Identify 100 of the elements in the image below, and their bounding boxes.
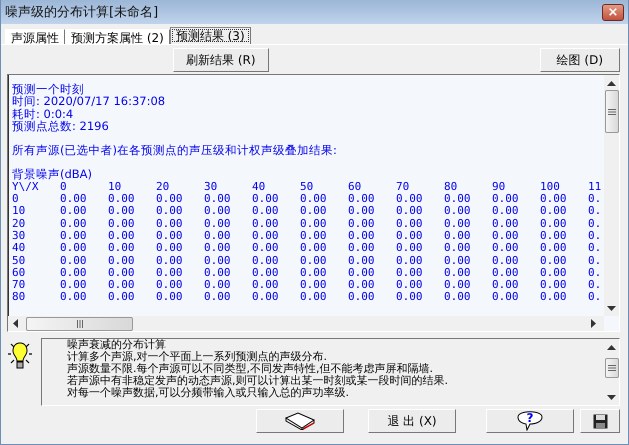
row-header: 60 [12, 266, 26, 280]
tab[interactable]: 预测方案属性 (2) [65, 29, 170, 44]
column-header: 40 [252, 180, 266, 194]
table-cell-text: 0.00 [60, 230, 88, 242]
table-cell-text: 0.00 [348, 242, 376, 255]
corner-header: Y\/X [12, 180, 40, 194]
table-cell-text: 0.00 [300, 230, 328, 242]
refresh-button[interactable]: 刷新结果 (R) [173, 48, 269, 72]
table-cell-text: 0.00 [252, 230, 280, 242]
column-header: 30 [204, 180, 218, 194]
scroll-thumb[interactable] [26, 316, 133, 330]
scroll-left-icon[interactable] [13, 319, 18, 328]
table-cell-text: 0.00 [60, 205, 88, 218]
table-cell-text: 0.00 [300, 218, 328, 230]
table-cell-text: 0.00 [444, 218, 472, 230]
save-button[interactable] [580, 409, 620, 433]
table-cell-text: 0.00 [396, 254, 424, 267]
table-cell-text: 0.00 [204, 218, 232, 230]
table-cell-text: 0.00 [60, 242, 88, 255]
table-cell-text: 0.00 [156, 279, 184, 292]
table-cell-text: 0.00 [540, 205, 568, 218]
table-cell-text: 0.00 [444, 291, 472, 304]
scroll-down-icon[interactable] [607, 395, 616, 400]
table-cell-text: 0.00 [108, 242, 136, 255]
table-cell-text: 0.00 [60, 266, 88, 280]
result-text: 所有声源(已选中者)在各预测点的声压级和计权声级叠加结果: [12, 144, 338, 156]
table-cell-text: 0.00 [396, 218, 424, 230]
column-header: 70 [396, 180, 410, 194]
table-cell-text: 0.00 [252, 279, 280, 292]
table-cell-text: 0. [588, 279, 602, 292]
table-cell-text: 0.00 [300, 266, 328, 280]
table-cell-text: 0.00 [156, 291, 184, 304]
exit-button[interactable]: 退 出 (X) [368, 409, 456, 433]
column-header: 80 [444, 180, 458, 194]
table-cell-text: 0.00 [396, 230, 424, 242]
table-cell-text: 0. [588, 254, 602, 267]
table-cell-text: 0.00 [444, 230, 472, 242]
scroll-right-icon[interactable] [591, 319, 596, 328]
table-cell-text: 0.00 [252, 254, 280, 267]
table-cell-text: 0.00 [492, 254, 520, 267]
table-cell-text: 0.00 [348, 230, 376, 242]
scroll-thumb[interactable] [604, 90, 618, 133]
table-cell-text: 0.00 [540, 193, 568, 206]
table-cell-text: 0.00 [108, 205, 136, 218]
table-cell-text: 0.00 [444, 193, 472, 206]
scroll-up-icon[interactable] [607, 345, 616, 350]
row-header: 70 [12, 279, 26, 292]
manual-button[interactable] [256, 409, 344, 433]
table-cell-text: 0.00 [492, 205, 520, 218]
help-button[interactable]: ? [486, 409, 574, 433]
table-cell-text: 0.00 [204, 266, 232, 280]
scroll-down-icon[interactable] [607, 306, 616, 311]
table-cell-text: 0.00 [252, 266, 280, 280]
table-cell-text: 0.00 [156, 266, 184, 280]
table-cell-text: 0.00 [204, 205, 232, 218]
table-cell-text: 0.00 [60, 218, 88, 230]
table-cell-text: 0.00 [108, 218, 136, 230]
tab[interactable]: 声源属性 [5, 29, 65, 44]
table-cell-text: 0. [588, 193, 602, 206]
table-cell-text: 0.00 [156, 242, 184, 255]
table-cell-text: 0.00 [540, 230, 568, 242]
vertical-scrollbar[interactable] [604, 75, 619, 316]
table-cell-text: 0.00 [108, 291, 136, 304]
table-cell-text: 0. [588, 242, 602, 255]
row-header: 80 [12, 291, 26, 304]
table-cell-text: 0.00 [348, 279, 376, 292]
table-cell-text: 0.00 [60, 279, 88, 292]
window-title: 噪声级的分布计算[未命名] [5, 4, 158, 21]
table-cell-text: 0.00 [204, 279, 232, 292]
scroll-up-icon[interactable] [607, 81, 616, 86]
column-header: 60 [348, 180, 362, 194]
table-cell-text: 0.00 [444, 266, 472, 280]
plot-button[interactable]: 绘图 (D) [540, 48, 620, 72]
column-header: 10 [108, 180, 122, 194]
table-cell-text: 0.00 [540, 218, 568, 230]
table-cell-text: 0.00 [540, 291, 568, 304]
table-cell-text: 0.00 [348, 266, 376, 280]
table-cell-text: 0.00 [396, 291, 424, 304]
table-cell-text: 0.00 [540, 266, 568, 280]
tab[interactable]: 预测结果 (3) [170, 27, 251, 44]
horizontal-scrollbar[interactable] [8, 316, 604, 331]
table-cell-text: 0.00 [396, 279, 424, 292]
help-icon: ? [515, 411, 545, 431]
table-cell-text: 0.00 [60, 254, 88, 267]
table-cell-text: 0. [588, 291, 602, 304]
result-text: 预测一个时刻 [12, 83, 85, 96]
table-cell-text: 0.00 [444, 205, 472, 218]
table-cell-text: 0.00 [540, 242, 568, 255]
column-header: 50 [300, 180, 314, 194]
table-cell-text: 0.00 [492, 218, 520, 230]
table-cell-text: 0.00 [492, 279, 520, 292]
table-cell-text: 0.00 [252, 193, 280, 206]
result-text: 耗时: 0:0:4 [12, 108, 74, 120]
book-icon [284, 412, 316, 430]
description-line: 声源数量不限.每个声源可以不同类型,不同发声特性,但不能考虑声屏和隔墙. [67, 363, 434, 375]
row-header: 10 [12, 205, 26, 218]
table-cell-text: 0.00 [492, 242, 520, 255]
scroll-thumb[interactable] [604, 358, 618, 378]
table-cell-text: 0.00 [204, 242, 232, 255]
table-cell-text: 0.00 [444, 242, 472, 255]
